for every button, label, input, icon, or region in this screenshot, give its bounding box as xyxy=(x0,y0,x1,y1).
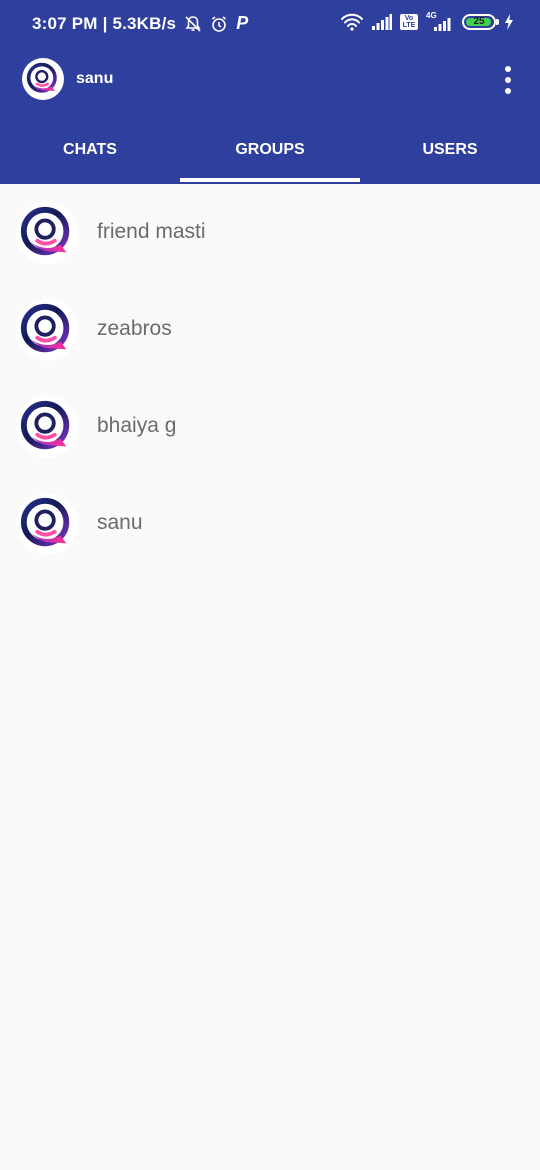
group-name: sanu xyxy=(97,511,143,534)
group-avatar xyxy=(16,396,78,458)
group-avatar xyxy=(16,202,78,264)
group-name: bhaiya g xyxy=(97,414,177,437)
profile-avatar[interactable] xyxy=(22,58,64,100)
battery-icon: 25 xyxy=(462,14,499,30)
list-item[interactable]: sanu xyxy=(0,475,540,572)
notification-off-icon xyxy=(184,15,202,33)
list-item[interactable]: bhaiya g xyxy=(0,378,540,475)
group-name: zeabros xyxy=(97,317,172,340)
chat-bubble-logo-icon xyxy=(18,495,76,553)
tab-chats[interactable]: CHATS xyxy=(0,120,180,184)
list-item[interactable]: friend masti xyxy=(0,184,540,281)
list-item[interactable]: zeabros xyxy=(0,281,540,378)
parking-p-icon: P xyxy=(236,13,249,33)
app-logo-icon xyxy=(25,61,61,97)
chat-bubble-logo-icon xyxy=(18,301,76,359)
chat-bubble-logo-icon xyxy=(18,204,76,262)
more-vert-icon[interactable] xyxy=(498,64,518,96)
group-list: friend masti zeabros bhaiya g sanu xyxy=(0,184,540,572)
group-avatar xyxy=(16,493,78,555)
app-bar: 3:07 PM | 5.3KB/s P Vo LTE 4G 25 sanu CH… xyxy=(0,0,540,184)
wifi-icon xyxy=(340,13,364,31)
group-avatar xyxy=(16,299,78,361)
status-time-speed: 3:07 PM | 5.3KB/s xyxy=(32,13,177,33)
volte-badge: Vo LTE xyxy=(400,14,418,30)
alarm-icon xyxy=(210,15,228,33)
tab-bar: CHATS GROUPS USERS xyxy=(0,120,540,184)
battery-level: 25 xyxy=(473,16,485,27)
group-name: friend masti xyxy=(97,220,206,243)
toolbar: sanu xyxy=(0,48,540,112)
network-4g-signal-icon: 4G xyxy=(426,11,454,31)
tab-users[interactable]: USERS xyxy=(360,120,540,184)
tab-groups[interactable]: GROUPS xyxy=(180,120,360,184)
status-bar: 3:07 PM | 5.3KB/s P Vo LTE 4G 25 xyxy=(0,0,540,48)
toolbar-title: sanu xyxy=(76,70,114,87)
charging-bolt-icon xyxy=(504,14,514,30)
chat-bubble-logo-icon xyxy=(18,398,76,456)
signal-icon xyxy=(372,14,392,30)
